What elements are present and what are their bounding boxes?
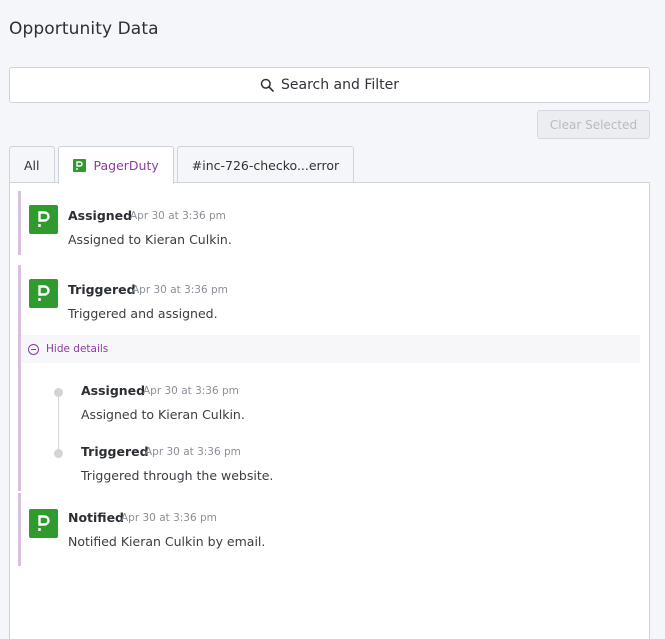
detail-time: Apr 30 at 3:36 pm	[143, 385, 239, 397]
tab-label: #inc-726-checko...error	[191, 157, 340, 173]
event-description: Notified Kieran Culkin by email.	[68, 534, 266, 549]
event-title: Assigned	[68, 208, 133, 223]
event-title: Triggered	[68, 282, 136, 297]
hide-details-label: Hide details	[46, 343, 109, 355]
event-item: Triggered Apr 30 at 3:36 pm Triggered an…	[18, 265, 640, 491]
detail-description: Triggered through the website.	[81, 468, 274, 483]
event-title: Notified	[68, 510, 124, 525]
search-label: Search and Filter	[280, 77, 399, 93]
search-icon	[260, 78, 274, 92]
tab-bar: All PagerDuty #inc-726-checko...error	[9, 146, 355, 184]
hide-details-toggle[interactable]: Hide details	[21, 335, 640, 363]
tab-all[interactable]: All	[9, 146, 55, 183]
tab-label: All	[24, 157, 40, 173]
event-time: Apr 30 at 3:36 pm	[130, 210, 226, 222]
pagerduty-icon	[72, 159, 86, 172]
event-description: Triggered and assigned.	[68, 306, 218, 321]
event-item: Assigned Apr 30 at 3:36 pm Assigned to K…	[18, 191, 640, 255]
event-item: Notified Apr 30 at 3:36 pm Notified Kier…	[18, 493, 640, 566]
pagerduty-icon	[29, 279, 58, 308]
event-time: Apr 30 at 3:36 pm	[121, 512, 217, 524]
events-panel: Assigned Apr 30 at 3:36 pm Assigned to K…	[9, 182, 650, 639]
timeline-dot	[54, 388, 63, 397]
event-bar	[18, 191, 21, 255]
detail-time: Apr 30 at 3:36 pm	[145, 446, 241, 458]
event-bar	[18, 493, 21, 566]
tab-label: PagerDuty	[93, 158, 159, 173]
tab-pagerduty[interactable]: PagerDuty	[57, 146, 174, 184]
detail-title: Assigned	[81, 383, 146, 398]
timeline-dot	[54, 449, 63, 458]
collapse-icon	[28, 343, 39, 355]
pagerduty-icon	[29, 509, 58, 538]
clear-selected-button[interactable]: Clear Selected	[537, 110, 650, 139]
tab-incident-channel[interactable]: #inc-726-checko...error	[176, 146, 355, 183]
search-and-filter-button[interactable]: Search and Filter	[9, 67, 650, 103]
event-time: Apr 30 at 3:36 pm	[132, 284, 228, 296]
event-bar	[18, 265, 21, 491]
detail-title: Triggered	[81, 444, 149, 459]
pagerduty-icon	[29, 205, 58, 234]
timeline-line	[58, 391, 59, 453]
page-title: Opportunity Data	[9, 19, 159, 39]
detail-description: Assigned to Kieran Culkin.	[81, 407, 245, 422]
event-description: Assigned to Kieran Culkin.	[68, 232, 232, 247]
